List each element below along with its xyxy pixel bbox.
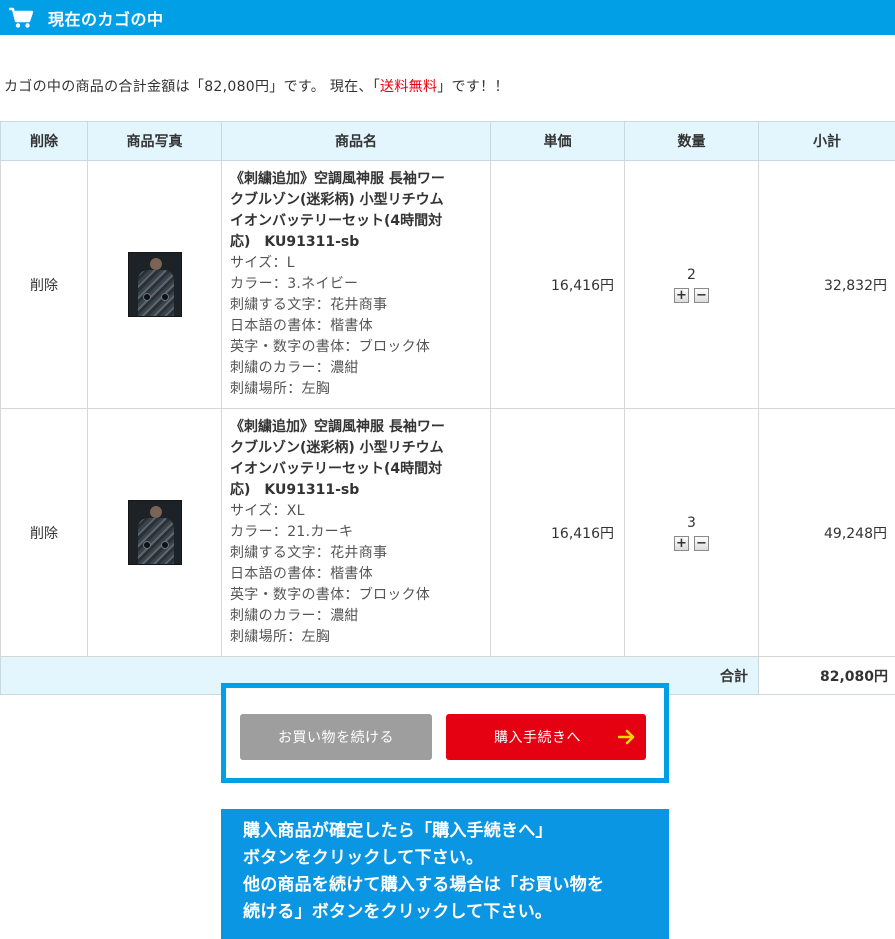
option-embroidery-color: 刺繍のカラー：濃紺 — [230, 608, 359, 624]
checkout-label: 購入手続きへ — [494, 730, 581, 746]
checkout-button[interactable]: 購入手続きへ — [446, 714, 646, 760]
page-title: 現在のカゴの中 — [48, 9, 164, 29]
quantity-stepper: + − — [674, 535, 709, 551]
summary-suffix: 」です！！ — [437, 79, 509, 95]
table-header-row: 削除 商品写真 商品名 単価 数量 小計 — [0, 121, 895, 161]
column-header-photo: 商品写真 — [87, 121, 222, 161]
column-header-name: 商品名 — [221, 121, 491, 161]
cart-table: 削除 商品写真 商品名 単価 数量 小計 削除 《刺繍追加》空調風神服 長袖ワー… — [0, 121, 895, 695]
continue-shopping-button[interactable]: お買い物を続ける — [240, 714, 432, 760]
product-photo[interactable] — [127, 500, 182, 565]
subtotal: 49,248円 — [758, 408, 895, 657]
free-shipping-label: 送料無料 — [380, 79, 438, 95]
option-embroidery-position: 刺繍場所：左胸 — [230, 629, 331, 645]
delete-link[interactable]: 削除 — [30, 278, 58, 294]
quantity-value: 3 — [687, 514, 696, 531]
cart-header-bar: 現在のカゴの中 — [0, 0, 895, 35]
instruction-line: 続ける」ボタンをクリックして下さい。 — [243, 902, 553, 922]
option-japanese-font: 日本語の書体：楷書体 — [230, 318, 373, 334]
plus-icon[interactable]: + — [674, 287, 689, 303]
continue-shopping-label: お買い物を続ける — [278, 730, 394, 746]
option-embroidery-color: 刺繍のカラー：濃紺 — [230, 360, 359, 376]
option-embroidery-text: 刺繍する文字：花井商事 — [230, 297, 388, 313]
minus-icon[interactable]: − — [694, 287, 709, 303]
column-header-delete: 削除 — [0, 121, 88, 161]
instruction-line: ボタンをクリックして下さい。 — [243, 848, 484, 868]
plus-icon[interactable]: + — [674, 535, 689, 551]
instruction-line: 他の商品を続けて購入する場合は「お買い物を — [243, 875, 605, 895]
column-header-quantity: 数量 — [624, 121, 759, 161]
option-color: カラー：21.カーキ — [230, 524, 354, 540]
table-row: 削除 《刺繍追加》空調風神服 長袖ワー クブルゾン(迷彩柄) 小型リチウム イオ… — [0, 160, 895, 409]
option-japanese-font: 日本語の書体：楷書体 — [230, 566, 373, 582]
instruction-line: 購入商品が確定したら「購入手続きへ」 — [243, 821, 553, 841]
table-row: 削除 《刺繍追加》空調風神服 長袖ワー クブルゾン(迷彩柄) 小型リチウム イオ… — [0, 408, 895, 657]
cart-action-box: お買い物を続ける 購入手続きへ — [221, 683, 669, 783]
cart-summary-text: カゴの中の商品の合計金額は「82,080円」です。 現在、「送料無料」です！！ — [4, 76, 509, 96]
option-embroidery-text: 刺繍する文字：花井商事 — [230, 545, 388, 561]
column-header-unit-price: 単価 — [490, 121, 625, 161]
product-name[interactable]: 《刺繍追加》空調風神服 長袖ワー クブルゾン(迷彩柄) 小型リチウム イオンバッ… — [230, 417, 482, 501]
arrow-right-icon — [618, 729, 635, 745]
unit-price: 16,416円 — [490, 160, 625, 409]
option-color: カラー：3.ネイビー — [230, 276, 359, 292]
option-latin-font: 英字・数字の書体：ブロック体 — [230, 587, 431, 603]
summary-prefix: カゴの中の商品の合計金額は「82,080円」です。 現在、「 — [4, 79, 381, 95]
option-size: サイズ：L — [230, 255, 295, 271]
option-embroidery-position: 刺繍場所：左胸 — [230, 381, 331, 397]
product-photo[interactable] — [127, 252, 182, 317]
delete-link[interactable]: 削除 — [30, 526, 58, 542]
unit-price: 16,416円 — [490, 408, 625, 657]
minus-icon[interactable]: − — [694, 535, 709, 551]
product-name[interactable]: 《刺繍追加》空調風神服 長袖ワー クブルゾン(迷彩柄) 小型リチウム イオンバッ… — [230, 169, 482, 253]
option-size: サイズ：XL — [230, 503, 305, 519]
option-latin-font: 英字・数字の書体：ブロック体 — [230, 339, 431, 355]
column-header-subtotal: 小計 — [758, 121, 895, 161]
quantity-value: 2 — [687, 266, 696, 283]
cart-icon — [9, 7, 34, 28]
subtotal: 32,832円 — [758, 160, 895, 409]
quantity-stepper: + − — [674, 287, 709, 303]
checkout-instructions: 購入商品が確定したら「購入手続きへ」 ボタンをクリックして下さい。 他の商品を続… — [221, 809, 669, 939]
total-value: 82,080円 — [758, 656, 895, 695]
